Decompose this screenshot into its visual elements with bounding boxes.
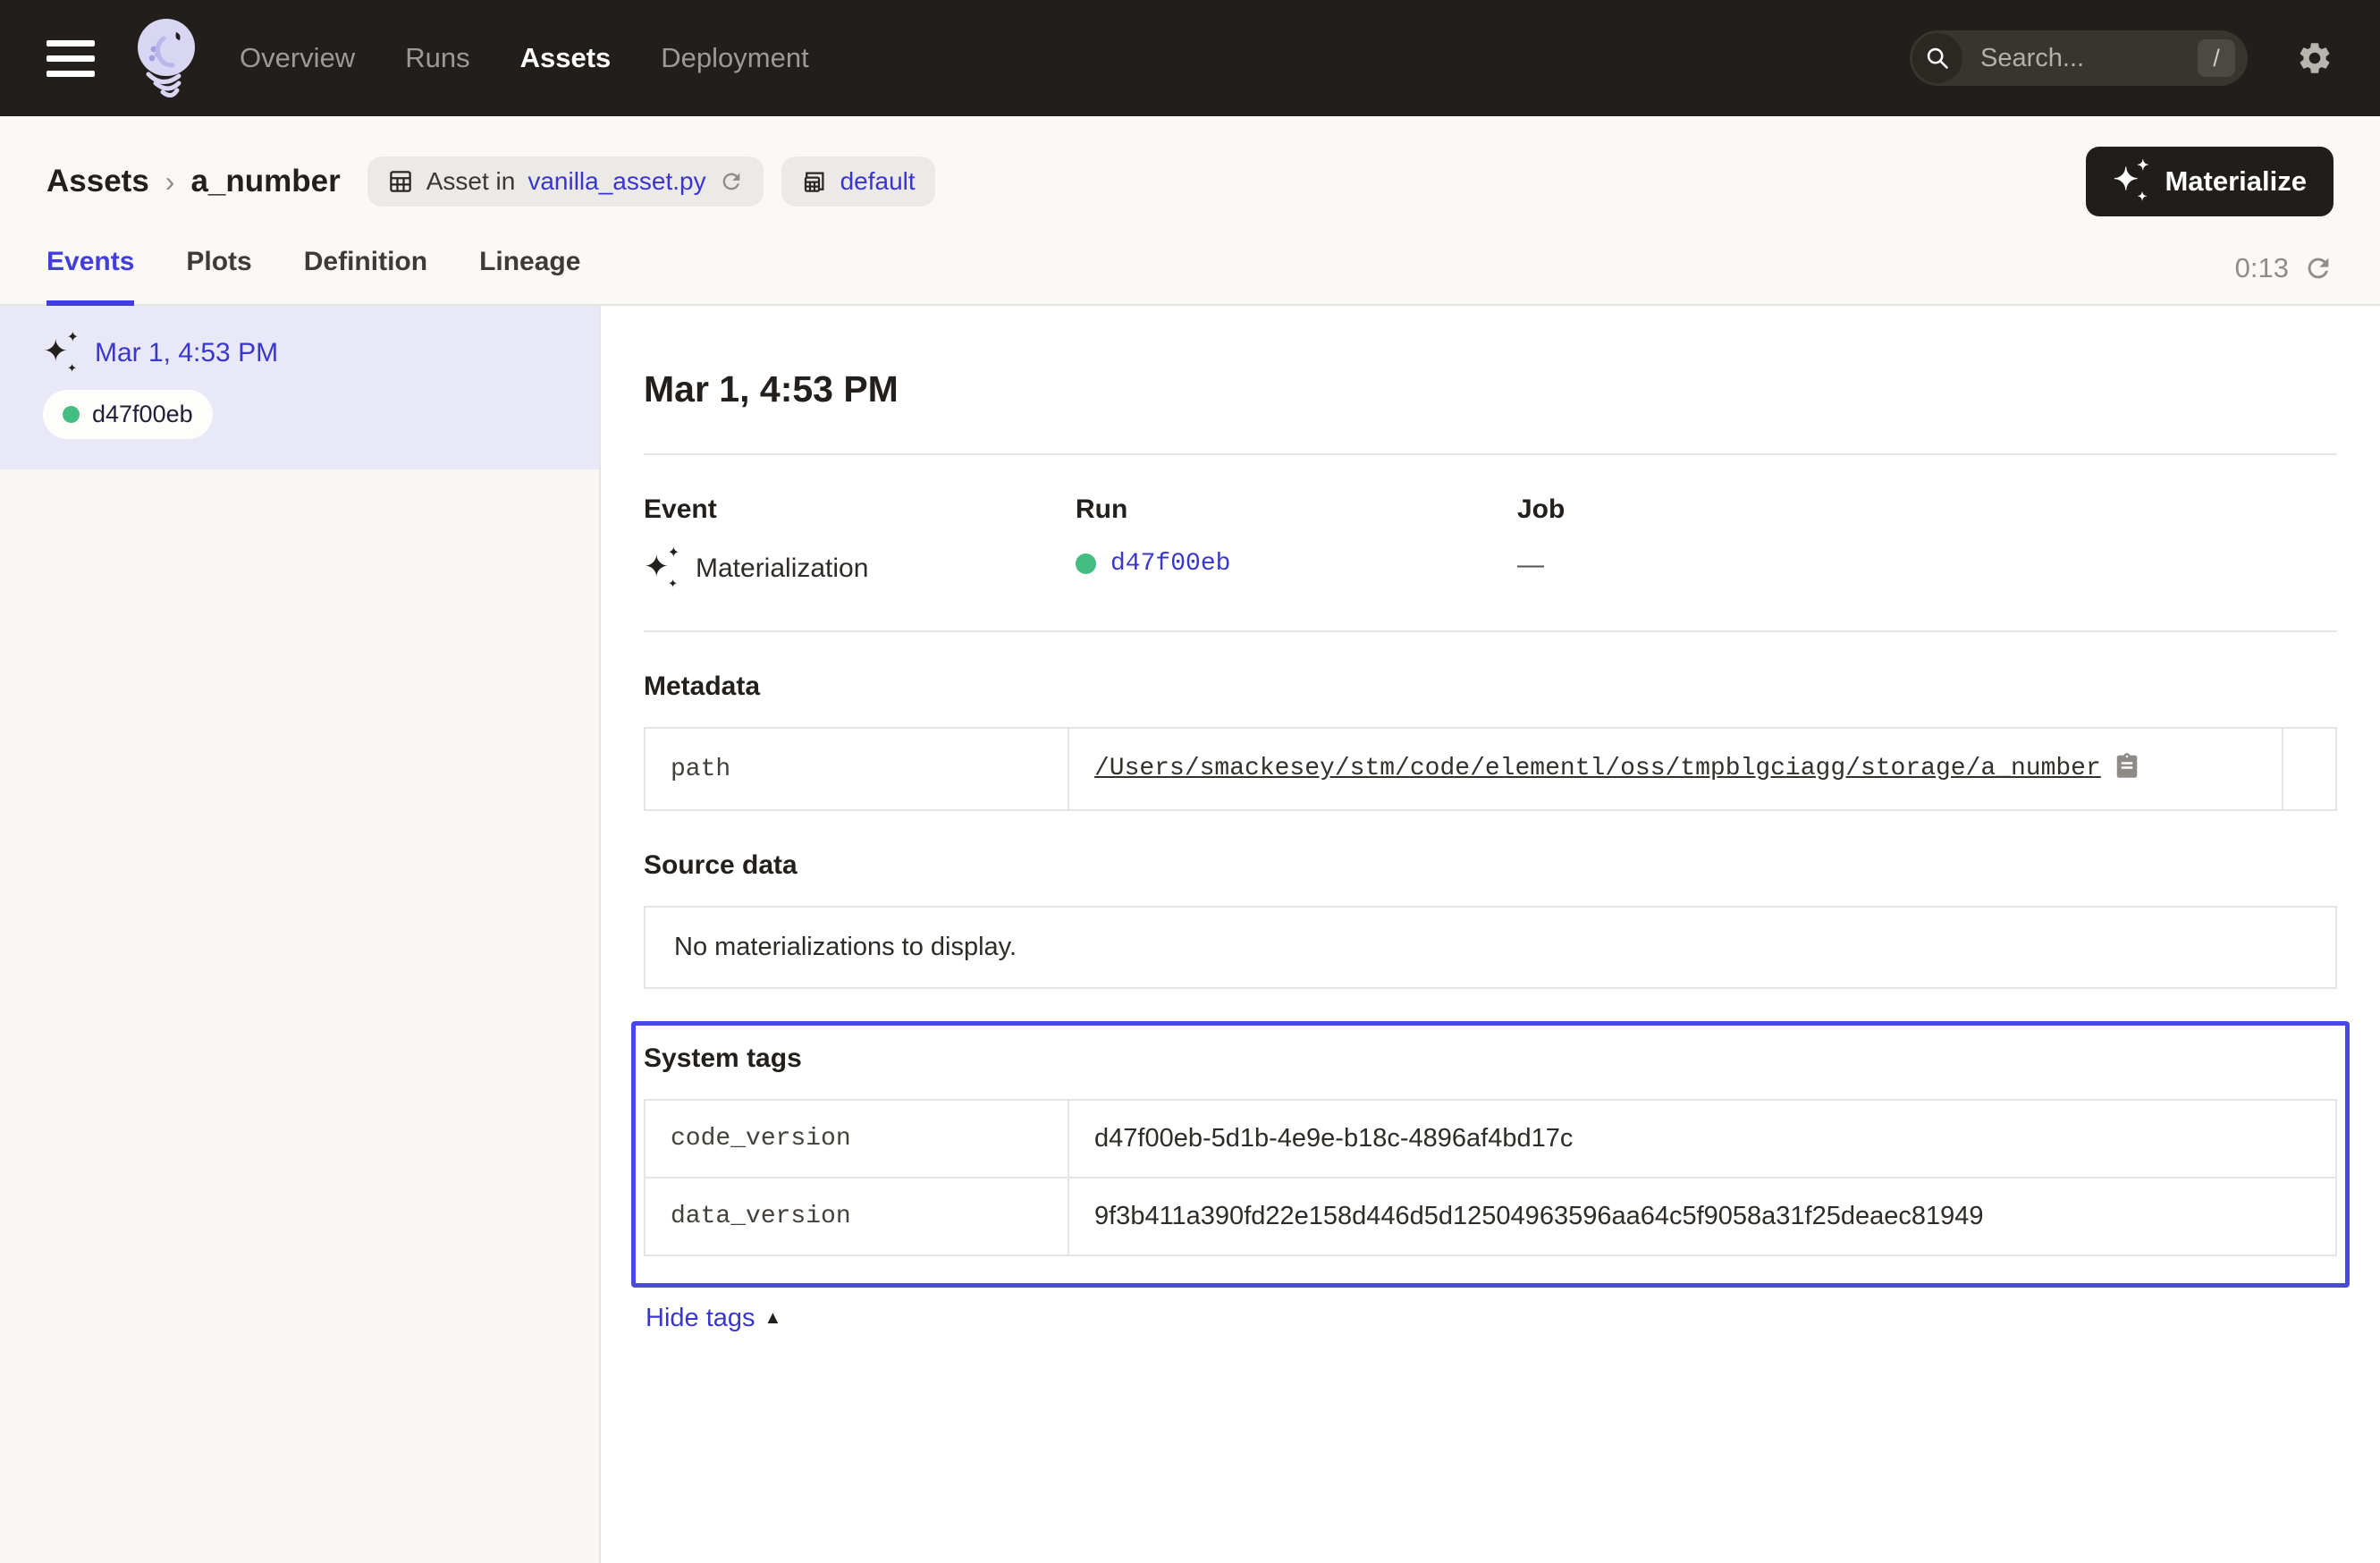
- dagster-logo[interactable]: [131, 15, 204, 101]
- refresh-timer: 0:13: [2235, 252, 2289, 284]
- metadata-table: path /Users/smackesey/stm/code/elementl/…: [644, 727, 2337, 811]
- tab-definition[interactable]: Definition: [304, 247, 427, 306]
- source-data-title: Source data: [644, 850, 2337, 881]
- nav-assets[interactable]: Assets: [520, 42, 612, 74]
- materialize-button-label: Materialize: [2165, 165, 2307, 198]
- event-label: Event: [644, 494, 1076, 525]
- asset-definition-chip[interactable]: Asset in vanilla_asset.py: [367, 156, 764, 207]
- event-detail-panel: Mar 1, 4:53 PM Event ✦✦✦ Materialization…: [601, 306, 2380, 1563]
- primary-nav: Overview Runs Assets Deployment: [240, 42, 809, 74]
- run-id-chip[interactable]: d47f00eb: [43, 390, 213, 439]
- nav-deployment[interactable]: Deployment: [661, 42, 808, 74]
- breadcrumb: Assets › a_number: [46, 164, 341, 199]
- group-link[interactable]: default: [840, 167, 916, 196]
- sparkle-icon: ✦✦✦: [2113, 163, 2150, 200]
- run-id-chip-label: d47f00eb: [92, 401, 193, 428]
- hide-tags-link[interactable]: Hide tags ▲: [644, 1304, 781, 1333]
- event-list-item-selected[interactable]: ✦✦✦ Mar 1, 4:53 PM d47f00eb: [0, 306, 599, 469]
- materialize-button[interactable]: ✦✦✦ Materialize: [2086, 147, 2334, 216]
- nav-runs[interactable]: Runs: [405, 42, 469, 74]
- tab-plots[interactable]: Plots: [186, 247, 251, 306]
- caret-up-icon: ▲: [764, 1308, 782, 1329]
- page-header: Assets › a_number Asset in vanilla_asset…: [0, 116, 2380, 216]
- divider: [644, 453, 2337, 455]
- copy-icon[interactable]: [2114, 756, 2140, 785]
- menu-icon[interactable]: [46, 40, 95, 77]
- run-status-dot: [63, 406, 80, 423]
- reload-icon[interactable]: [719, 169, 744, 194]
- event-timestamp-link[interactable]: Mar 1, 4:53 PM: [95, 338, 278, 368]
- refresh-icon[interactable]: [2303, 253, 2334, 283]
- metadata-title: Metadata: [644, 672, 2337, 702]
- materialization-icon: ✦✦✦: [43, 334, 80, 372]
- top-nav: Overview Runs Assets Deployment Search..…: [0, 0, 2380, 116]
- source-data-empty-state: No materializations to display.: [644, 906, 2337, 989]
- asset-chip-prefix: Asset in: [426, 167, 516, 196]
- asset-group-icon: [801, 168, 828, 195]
- run-id-link[interactable]: d47f00eb: [1110, 550, 1230, 578]
- system-tags-section-highlighted: System tags code_version d47f00eb-5d1b-4…: [631, 1021, 2350, 1288]
- page-title: a_number: [190, 164, 340, 199]
- table-row: data_version 9f3b411a390fd22e158d446d5d1…: [645, 1178, 2336, 1255]
- search-input[interactable]: Search... /: [1910, 30, 2248, 86]
- event-type-value: Materialization: [696, 553, 868, 584]
- materialization-icon: ✦✦✦: [644, 550, 681, 587]
- breadcrumb-assets[interactable]: Assets: [46, 164, 149, 199]
- tag-key: code_version: [645, 1100, 1068, 1178]
- asset-file-link[interactable]: vanilla_asset.py: [527, 167, 705, 196]
- metadata-key: path: [645, 728, 1068, 810]
- job-value: —: [1517, 550, 2337, 580]
- tab-bar: Events Plots Definition Lineage 0:13: [0, 216, 2380, 306]
- nav-overview[interactable]: Overview: [240, 42, 355, 74]
- event-summary: Event ✦✦✦ Materialization Run d47f00eb J…: [644, 494, 2337, 587]
- table-row: path /Users/smackesey/stm/code/elementl/…: [645, 728, 2336, 810]
- divider: [644, 630, 2337, 632]
- run-status-dot: [1076, 553, 1096, 574]
- metadata-extra-cell: [2283, 728, 2336, 810]
- tag-value: d47f00eb-5d1b-4e9e-b18c-4896af4bd17c: [1068, 1100, 2336, 1178]
- event-list-sidebar: ✦✦✦ Mar 1, 4:53 PM d47f00eb: [0, 306, 601, 1563]
- tab-lineage[interactable]: Lineage: [479, 247, 580, 306]
- gear-icon[interactable]: [2296, 39, 2334, 77]
- search-shortcut-key: /: [2198, 39, 2235, 77]
- table-row: code_version d47f00eb-5d1b-4e9e-b18c-489…: [645, 1100, 2336, 1178]
- run-label: Run: [1076, 494, 1517, 525]
- metadata-path-link[interactable]: /Users/smackesey/stm/code/elementl/oss/t…: [1094, 755, 2101, 782]
- event-heading: Mar 1, 4:53 PM: [644, 368, 2337, 410]
- tag-value: 9f3b411a390fd22e158d446d5d12504963596aa6…: [1068, 1178, 2336, 1255]
- system-tags-title: System tags: [644, 1043, 2337, 1074]
- search-placeholder: Search...: [1980, 44, 2084, 73]
- breadcrumb-separator: ›: [165, 165, 175, 199]
- job-label: Job: [1517, 494, 2337, 525]
- search-icon: [1912, 33, 1962, 83]
- hide-tags-label: Hide tags: [646, 1304, 755, 1333]
- system-tags-table: code_version d47f00eb-5d1b-4e9e-b18c-489…: [644, 1099, 2337, 1256]
- asset-group-chip[interactable]: default: [781, 156, 935, 207]
- tab-events[interactable]: Events: [46, 247, 134, 306]
- grid-icon: [387, 168, 414, 195]
- tag-key: data_version: [645, 1178, 1068, 1255]
